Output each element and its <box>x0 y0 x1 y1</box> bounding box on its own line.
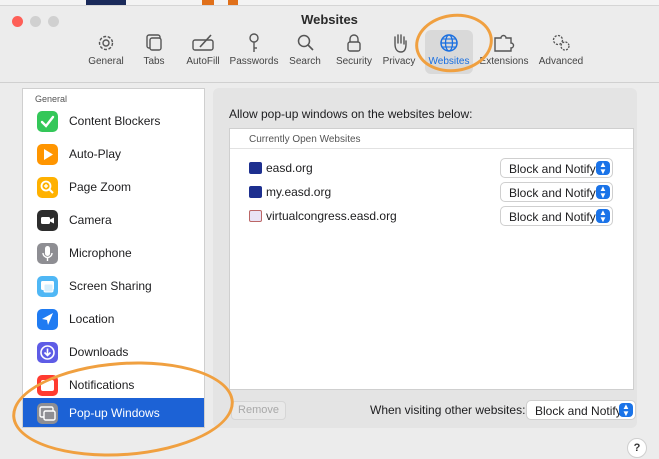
popup-window-icon <box>37 403 58 424</box>
microphone-icon <box>37 243 58 264</box>
toolbar-privacy[interactable]: Privacy <box>380 30 420 74</box>
toolbar-extensions[interactable]: Extensions <box>479 30 529 74</box>
sidebar-item-downloads[interactable]: Downloads <box>23 337 204 369</box>
window-title: Websites <box>301 12 358 27</box>
toolbar-security[interactable]: Security <box>332 30 376 74</box>
toolbar-passwords[interactable]: Passwords <box>227 30 281 74</box>
key-icon <box>249 33 259 52</box>
sidebar-item-auto-play[interactable]: Auto-Play <box>23 139 204 171</box>
toolbar-search[interactable]: Search <box>286 30 324 74</box>
globe-icon <box>440 34 458 52</box>
toolbar-autofill[interactable]: AutoFill <box>183 30 223 74</box>
sidebar-item-screen-sharing[interactable]: Screen Sharing <box>23 271 204 303</box>
table-row[interactable]: virtualcongress.easd.org Block and Notif… <box>230 205 633 229</box>
toolbar-advanced[interactable]: Advanced <box>535 30 587 74</box>
site-name: my.easd.org <box>266 185 332 199</box>
lock-icon <box>347 34 361 52</box>
remove-button[interactable]: Remove <box>231 401 286 420</box>
table-row[interactable]: my.easd.org Block and Notify ▲ ▼ <box>230 181 633 205</box>
camera-icon <box>37 210 58 231</box>
toolbar-tabs[interactable]: Tabs <box>136 30 172 74</box>
content-heading: Allow pop-up windows on the websites bel… <box>229 107 473 121</box>
chevron-up-down-icon: ▲ ▼ <box>596 161 610 176</box>
toolbar-general[interactable]: General <box>84 30 128 74</box>
table-row[interactable]: easd.org Block and Notify ▲ ▼ <box>230 157 633 181</box>
location-arrow-icon <box>37 309 58 330</box>
list-header-label: Currently Open Websites <box>249 134 361 145</box>
toolbar-divider <box>0 82 659 83</box>
tabs-icon <box>146 34 162 51</box>
download-icon <box>37 342 58 363</box>
chevron-up-down-icon: ▲ ▼ <box>596 209 610 224</box>
site-name: virtualcongress.easd.org <box>266 209 397 223</box>
play-icon <box>37 144 58 165</box>
sidebar-header: General <box>35 94 68 104</box>
chevron-up-down-icon: ▲ ▼ <box>619 403 633 418</box>
checkmark-icon <box>37 111 58 132</box>
popup-setting-select[interactable]: Block and Notify ▲ ▼ <box>500 182 613 202</box>
site-favicon-icon <box>249 162 262 174</box>
sidebar-item-content-blockers[interactable]: Content Blockers <box>23 106 204 138</box>
chevron-up-down-icon: ▲ ▼ <box>596 185 610 200</box>
other-websites-label: When visiting other websites: <box>370 403 526 417</box>
pencil-icon <box>192 34 214 51</box>
sidebar-item-camera[interactable]: Camera <box>23 205 204 237</box>
other-websites-select[interactable]: Block and Notify ▲ ▼ <box>526 400 636 420</box>
site-favicon-icon <box>249 186 262 198</box>
list-header: Currently Open Websites <box>230 129 633 149</box>
popup-setting-select[interactable]: Block and Notify ▲ ▼ <box>500 158 613 178</box>
puzzle-icon <box>494 34 515 52</box>
site-favicon-icon <box>249 210 262 222</box>
screen-icon <box>37 276 58 297</box>
toolbar-websites[interactable]: Websites <box>425 30 473 74</box>
zoom-icon <box>37 177 58 198</box>
notification-icon <box>37 375 58 396</box>
sidebar-item-page-zoom[interactable]: Page Zoom <box>23 172 204 204</box>
settings-sidebar: General Content Blockers Auto-Play Page … <box>22 88 205 428</box>
sidebar-item-location[interactable]: Location <box>23 304 204 336</box>
site-name: easd.org <box>266 161 313 175</box>
magnifier-icon <box>297 34 314 51</box>
sidebar-item-popup-windows[interactable]: Pop-up Windows <box>23 398 204 427</box>
popup-setting-select[interactable]: Block and Notify ▲ ▼ <box>500 206 613 226</box>
gears-icon <box>552 34 570 51</box>
sidebar-item-microphone[interactable]: Microphone <box>23 238 204 270</box>
website-list: Currently Open Websites easd.org Block a… <box>229 128 634 390</box>
gear-icon <box>98 35 114 51</box>
help-button[interactable]: ? <box>627 438 647 458</box>
hand-icon <box>394 34 407 53</box>
